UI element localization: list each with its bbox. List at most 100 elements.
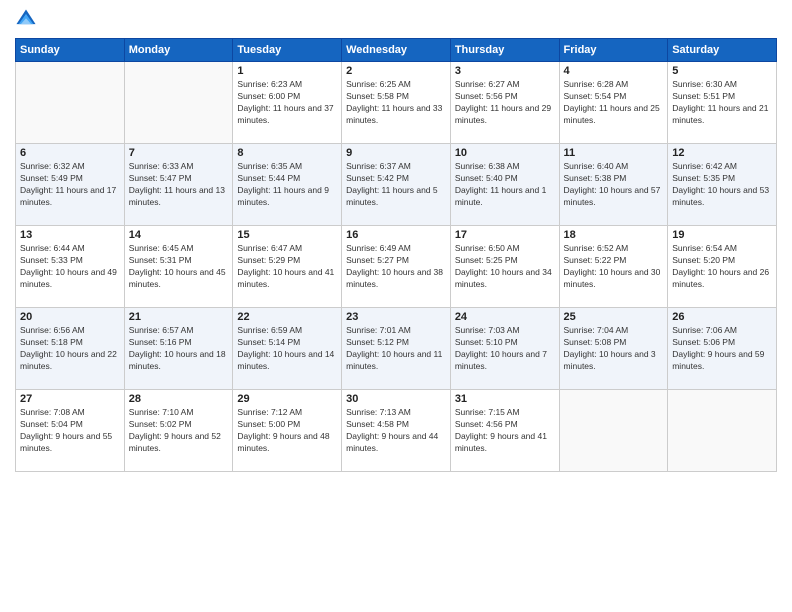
day-info: Sunrise: 6:28 AM Sunset: 5:54 PM Dayligh…: [564, 79, 664, 127]
day-number: 1: [237, 65, 337, 77]
day-info: Sunrise: 6:47 AM Sunset: 5:29 PM Dayligh…: [237, 243, 337, 291]
day-info: Sunrise: 6:56 AM Sunset: 5:18 PM Dayligh…: [20, 325, 120, 373]
day-number: 23: [346, 311, 446, 323]
day-number: 3: [455, 65, 555, 77]
day-info: Sunrise: 7:10 AM Sunset: 5:02 PM Dayligh…: [129, 407, 229, 455]
calendar-day-cell: 12Sunrise: 6:42 AM Sunset: 5:35 PM Dayli…: [668, 144, 777, 226]
day-number: 15: [237, 229, 337, 241]
day-number: 31: [455, 393, 555, 405]
calendar-day-header: Friday: [559, 39, 668, 62]
header: [15, 10, 777, 30]
day-number: 6: [20, 147, 120, 159]
day-number: 13: [20, 229, 120, 241]
day-info: Sunrise: 6:49 AM Sunset: 5:27 PM Dayligh…: [346, 243, 446, 291]
calendar-day-cell: 21 Sunrise: 6:57 AM Sunset: 5:16 PM Dayli…: [124, 308, 233, 390]
day-number: 9: [346, 147, 446, 159]
calendar-day-cell: 15 Sunrise: 6:47 AM Sunset: 5:29 PM Dayli…: [233, 226, 342, 308]
day-info: Sunrise: 6:37 AM Sunset: 5:42 PM Dayligh…: [346, 161, 446, 209]
day-info: Sunrise: 6:25 AM Sunset: 5:58 PM Dayligh…: [346, 79, 446, 127]
calendar-day-cell: 11 Sunrise: 6:40 AM Sunset: 5:38 PM Dayli…: [559, 144, 668, 226]
day-number: 18: [564, 229, 664, 241]
day-number: 2: [346, 65, 446, 77]
day-number: 11: [564, 147, 664, 159]
calendar-week-row: 6 Sunrise: 6:32 AM Sunset: 5:49 PM Daylig…: [16, 144, 777, 226]
day-info: Sunrise: 6:23 AM Sunset: 6:00 PM Dayligh…: [237, 79, 337, 127]
calendar-day-cell: 17Sunrise: 6:50 AM Sunset: 5:25 PM Dayli…: [450, 226, 559, 308]
day-number: 20: [20, 311, 120, 323]
day-info: Sunrise: 7:06 AM Sunset: 5:06 PM Dayligh…: [672, 325, 772, 373]
calendar-day-cell: 8 Sunrise: 6:35 AM Sunset: 5:44 PM Daylig…: [233, 144, 342, 226]
calendar-day-header: Saturday: [668, 39, 777, 62]
day-info: Sunrise: 7:03 AM Sunset: 5:10 PM Dayligh…: [455, 325, 555, 373]
calendar-header-row: SundayMondayTuesdayWednesdayThursdayFrid…: [16, 39, 777, 62]
calendar-day-cell: 22Sunrise: 6:59 AM Sunset: 5:14 PM Dayli…: [233, 308, 342, 390]
calendar-week-row: 13 Sunrise: 6:44 AM Sunset: 5:33 PM Dayli…: [16, 226, 777, 308]
day-info: Sunrise: 6:57 AM Sunset: 5:16 PM Dayligh…: [129, 325, 229, 373]
calendar-day-cell: [124, 62, 233, 144]
day-info: Sunrise: 6:32 AM Sunset: 5:49 PM Dayligh…: [20, 161, 120, 209]
calendar-day-cell: 16 Sunrise: 6:49 AM Sunset: 5:27 PM Dayli…: [342, 226, 451, 308]
day-number: 29: [237, 393, 337, 405]
day-info: Sunrise: 7:12 AM Sunset: 5:00 PM Dayligh…: [237, 407, 337, 455]
day-number: 10: [455, 147, 555, 159]
calendar-day-cell: 1 Sunrise: 6:23 AM Sunset: 6:00 PM Daylig…: [233, 62, 342, 144]
day-info: Sunrise: 6:45 AM Sunset: 5:31 PM Dayligh…: [129, 243, 229, 291]
day-info: Sunrise: 7:13 AM Sunset: 4:58 PM Dayligh…: [346, 407, 446, 455]
day-number: 16: [346, 229, 446, 241]
day-number: 26: [672, 311, 772, 323]
calendar-day-header: Tuesday: [233, 39, 342, 62]
day-info: Sunrise: 6:33 AM Sunset: 5:47 PM Dayligh…: [129, 161, 229, 209]
day-info: Sunrise: 6:59 AM Sunset: 5:14 PM Dayligh…: [237, 325, 337, 373]
day-number: 4: [564, 65, 664, 77]
calendar-week-row: 20 Sunrise: 6:56 AM Sunset: 5:18 PM Dayli…: [16, 308, 777, 390]
calendar-day-cell: 9 Sunrise: 6:37 AM Sunset: 5:42 PM Daylig…: [342, 144, 451, 226]
calendar-day-cell: 28 Sunrise: 7:10 AM Sunset: 5:02 PM Dayli…: [124, 390, 233, 472]
calendar-day-cell: 25Sunrise: 7:04 AM Sunset: 5:08 PM Dayli…: [559, 308, 668, 390]
calendar-day-header: Thursday: [450, 39, 559, 62]
calendar-day-cell: 7 Sunrise: 6:33 AM Sunset: 5:47 PM Daylig…: [124, 144, 233, 226]
calendar-day-header: Sunday: [16, 39, 125, 62]
calendar-day-header: Monday: [124, 39, 233, 62]
calendar-day-cell: 6 Sunrise: 6:32 AM Sunset: 5:49 PM Daylig…: [16, 144, 125, 226]
day-number: 14: [129, 229, 229, 241]
day-number: 8: [237, 147, 337, 159]
calendar-day-cell: 31 Sunrise: 7:15 AM Sunset: 4:56 PM Dayli…: [450, 390, 559, 472]
calendar-day-cell: 4 Sunrise: 6:28 AM Sunset: 5:54 PM Daylig…: [559, 62, 668, 144]
day-info: Sunrise: 6:38 AM Sunset: 5:40 PM Dayligh…: [455, 161, 555, 209]
calendar-day-cell: 3 Sunrise: 6:27 AM Sunset: 5:56 PM Daylig…: [450, 62, 559, 144]
calendar-day-cell: 18 Sunrise: 6:52 AM Sunset: 5:22 PM Dayli…: [559, 226, 668, 308]
calendar-day-cell: 29 Sunrise: 7:12 AM Sunset: 5:00 PM Dayli…: [233, 390, 342, 472]
calendar: SundayMondayTuesdayWednesdayThursdayFrid…: [15, 38, 777, 472]
day-number: 7: [129, 147, 229, 159]
day-number: 24: [455, 311, 555, 323]
day-info: Sunrise: 6:54 AM Sunset: 5:20 PM Dayligh…: [672, 243, 772, 291]
day-info: Sunrise: 7:04 AM Sunset: 5:08 PM Dayligh…: [564, 325, 664, 373]
day-number: 21: [129, 311, 229, 323]
logo: [15, 10, 39, 30]
calendar-day-cell: [16, 62, 125, 144]
calendar-week-row: 1 Sunrise: 6:23 AM Sunset: 6:00 PM Daylig…: [16, 62, 777, 144]
day-info: Sunrise: 6:52 AM Sunset: 5:22 PM Dayligh…: [564, 243, 664, 291]
calendar-day-cell: 2 Sunrise: 6:25 AM Sunset: 5:58 PM Daylig…: [342, 62, 451, 144]
logo-icon: [15, 8, 37, 30]
day-info: Sunrise: 7:15 AM Sunset: 4:56 PM Dayligh…: [455, 407, 555, 455]
day-info: Sunrise: 6:44 AM Sunset: 5:33 PM Dayligh…: [20, 243, 120, 291]
calendar-day-cell: 30Sunrise: 7:13 AM Sunset: 4:58 PM Dayli…: [342, 390, 451, 472]
calendar-day-cell: 20 Sunrise: 6:56 AM Sunset: 5:18 PM Dayli…: [16, 308, 125, 390]
calendar-day-cell: 5 Sunrise: 6:30 AM Sunset: 5:51 PM Daylig…: [668, 62, 777, 144]
day-number: 5: [672, 65, 772, 77]
calendar-day-header: Wednesday: [342, 39, 451, 62]
day-info: Sunrise: 6:30 AM Sunset: 5:51 PM Dayligh…: [672, 79, 772, 127]
day-info: Sunrise: 6:27 AM Sunset: 5:56 PM Dayligh…: [455, 79, 555, 127]
calendar-day-cell: [559, 390, 668, 472]
calendar-day-cell: 14 Sunrise: 6:45 AM Sunset: 5:31 PM Dayli…: [124, 226, 233, 308]
day-info: Sunrise: 7:01 AM Sunset: 5:12 PM Dayligh…: [346, 325, 446, 373]
day-number: 28: [129, 393, 229, 405]
calendar-day-cell: 26 Sunrise: 7:06 AM Sunset: 5:06 PM Dayli…: [668, 308, 777, 390]
calendar-week-row: 27Sunrise: 7:08 AM Sunset: 5:04 PM Dayli…: [16, 390, 777, 472]
calendar-day-cell: 13 Sunrise: 6:44 AM Sunset: 5:33 PM Dayli…: [16, 226, 125, 308]
day-info: Sunrise: 6:42 AM Sunset: 5:35 PM Dayligh…: [672, 161, 772, 209]
day-info: Sunrise: 6:35 AM Sunset: 5:44 PM Dayligh…: [237, 161, 337, 209]
day-info: Sunrise: 6:40 AM Sunset: 5:38 PM Dayligh…: [564, 161, 664, 209]
calendar-day-cell: 19Sunrise: 6:54 AM Sunset: 5:20 PM Dayli…: [668, 226, 777, 308]
